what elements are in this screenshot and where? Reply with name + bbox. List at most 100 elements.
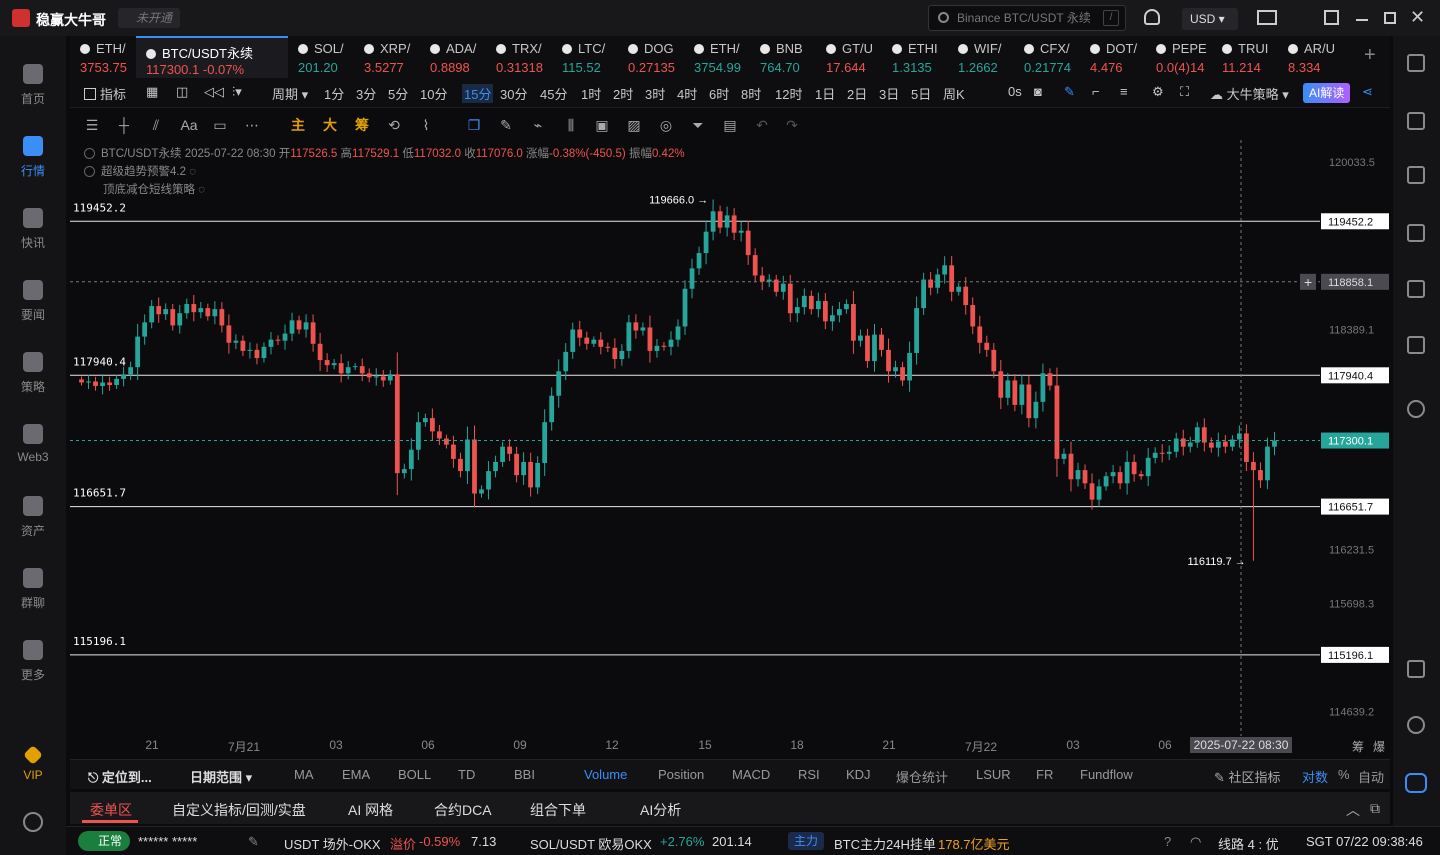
community-indicators[interactable]: ✎ 社区指标: [1214, 767, 1281, 786]
period-option[interactable]: 1时: [581, 84, 601, 103]
sidebar-item-flash[interactable]: 快讯: [0, 208, 66, 268]
indicator-option[interactable]: KDJ: [846, 767, 871, 782]
parallel-lines-icon[interactable]: ⫽: [148, 117, 164, 133]
connection-status[interactable]: 正常: [78, 831, 131, 851]
indicator-option[interactable]: Volume: [584, 767, 627, 782]
mail-icon[interactable]: [1257, 10, 1277, 25]
period-option[interactable]: 3日: [879, 84, 899, 103]
ticker-item[interactable]: BTC/USDT永续 117300.1 -0.07%: [136, 36, 288, 78]
ai-read-button[interactable]: AI解读: [1303, 83, 1351, 103]
period-option[interactable]: 5日: [911, 84, 931, 103]
period-option[interactable]: 4时: [677, 84, 697, 103]
hamburger-icon[interactable]: ☰: [84, 117, 100, 133]
list-icon[interactable]: [1407, 54, 1425, 72]
period-option[interactable]: 2日: [847, 84, 867, 103]
ticker-item[interactable]: ADA/0.8898: [420, 36, 486, 78]
ticker-item[interactable]: SOL/201.20: [288, 36, 354, 78]
indicator-option[interactable]: LSUR: [976, 767, 1011, 782]
period-option[interactable]: 8时: [741, 84, 761, 103]
indicator-option[interactable]: RSI: [798, 767, 820, 782]
layout-icon[interactable]: [1407, 660, 1425, 678]
minimize-icon[interactable]: [1356, 19, 1368, 21]
sidebar-item-web3[interactable]: Web3: [0, 424, 66, 484]
headset-icon[interactable]: [1407, 716, 1425, 734]
trend-icon[interactable]: [1407, 224, 1425, 242]
tab-orders[interactable]: 委单区: [90, 800, 132, 820]
candlestick-chart[interactable]: 119452.2 119452.2 117940.4 117940.4 116651.7…: [70, 140, 1390, 736]
menu-icon[interactable]: ≡: [1120, 84, 1128, 99]
sidebar-item-strategy[interactable]: 策略: [0, 352, 66, 412]
period-option[interactable]: 10分: [420, 84, 447, 103]
period-option[interactable]: 1日: [815, 84, 835, 103]
redo-icon[interactable]: ↷: [784, 117, 800, 133]
currency-select[interactable]: USD ▾: [1182, 8, 1238, 30]
ticker-item[interactable]: LTC/115.52: [552, 36, 618, 78]
horizontal-line-icon[interactable]: ┼: [116, 117, 132, 133]
crop-icon[interactable]: ⌐: [1092, 84, 1100, 99]
sidebar-item-home[interactable]: 首页: [0, 64, 66, 124]
indicator-option[interactable]: EMA: [342, 767, 370, 782]
ticker-item[interactable]: TRX/0.31318: [486, 36, 552, 78]
share-icon[interactable]: ⋖: [1362, 84, 1373, 100]
tab-contract-dca[interactable]: 合约DCA: [434, 800, 492, 820]
ticker-item[interactable]: PEPE 0.0(4)14: [1146, 36, 1212, 78]
ticker-item[interactable]: XRP/3.5277: [354, 36, 420, 78]
usdt-otc[interactable]: USDT 场外-OKX: [284, 834, 381, 853]
date-range-select[interactable]: 日期范围 ▾: [190, 767, 252, 786]
collapse-icon[interactable]: [84, 166, 95, 177]
brush-icon[interactable]: ⌇: [418, 117, 434, 133]
legend-indicator-1[interactable]: 超级趋势预警4.2 ◌: [84, 163, 685, 181]
line-status[interactable]: 线路 4 : 优: [1218, 834, 1279, 853]
percent-toggle[interactable]: %: [1338, 767, 1350, 782]
tab-custom-indicators[interactable]: 自定义指标/回测/实盘: [172, 800, 306, 820]
indicator-option[interactable]: BBI: [514, 767, 535, 782]
period-option[interactable]: 3时: [645, 84, 665, 103]
undo-icon[interactable]: ↶: [754, 117, 770, 133]
collapse-icon[interactable]: [84, 148, 95, 159]
indicator-option[interactable]: MA: [294, 767, 314, 782]
add-ticker-icon[interactable]: +: [1364, 44, 1376, 67]
close-icon[interactable]: ✕: [1410, 7, 1425, 28]
edit-icon[interactable]: ✎: [248, 834, 259, 850]
ruler-icon[interactable]: ▭: [212, 117, 228, 133]
indicator-option[interactable]: FR: [1036, 767, 1053, 782]
ticker-item[interactable]: ETH/3753.75: [70, 36, 136, 78]
copy-icon[interactable]: ❐: [466, 117, 482, 133]
chevron-up-icon[interactable]: ︿: [1346, 800, 1360, 820]
chart-type-icon[interactable]: ⫶▾: [232, 84, 242, 100]
tab-ai-grid[interactable]: AI 网格: [348, 800, 393, 820]
pen-icon[interactable]: ✎: [498, 117, 514, 133]
notes-icon[interactable]: [1407, 112, 1425, 130]
help-icon[interactable]: ?: [1164, 834, 1171, 849]
period-option[interactable]: 45分: [540, 84, 567, 103]
dollar-icon[interactable]: [1407, 166, 1425, 184]
compass-icon[interactable]: [1407, 400, 1425, 418]
ticker-item[interactable]: GT/U 17.644: [816, 36, 882, 78]
log-scale-toggle[interactable]: 对数: [1302, 767, 1328, 786]
ticker-item[interactable]: BNB 764.70: [750, 36, 816, 78]
sidebar-item-vip[interactable]: VIP: [0, 745, 66, 808]
chip-toggle[interactable]: 筹: [1352, 738, 1364, 755]
big-tool[interactable]: 大: [322, 117, 338, 133]
monitor-icon[interactable]: [1407, 280, 1425, 298]
locate-button[interactable]: ⎋ 定位到...: [88, 767, 152, 786]
text-tool[interactable]: Aa: [178, 117, 200, 133]
tab-combo-order[interactable]: 组合下单: [530, 800, 586, 820]
indicator-option[interactable]: BOLL: [398, 767, 431, 782]
indicator-option[interactable]: Position: [658, 767, 704, 782]
gear-icon[interactable]: ⚙: [1152, 84, 1164, 100]
ticker-item[interactable]: DOT/4.476: [1080, 36, 1146, 78]
strategy-select[interactable]: ☁ 大牛策略 ▾: [1210, 84, 1289, 103]
sidebar-item-headlines[interactable]: 要闻: [0, 280, 66, 340]
indicator-button[interactable]: 指标: [84, 84, 126, 103]
popout-icon[interactable]: [1324, 10, 1339, 25]
ticker-item[interactable]: TRUI 11.214: [1212, 36, 1278, 78]
magnet-icon[interactable]: ◎: [658, 117, 674, 133]
edit-icon[interactable]: ▨: [626, 117, 642, 133]
indicator-option[interactable]: MACD: [732, 767, 770, 782]
eye-off-icon[interactable]: ◌: [189, 166, 196, 178]
sidebar-item-assets[interactable]: 资产: [0, 496, 66, 556]
auto-toggle[interactable]: 自动: [1358, 767, 1384, 786]
period-option[interactable]: 2时: [613, 84, 633, 103]
fullscreen-icon[interactable]: ⛶: [1180, 84, 1189, 100]
